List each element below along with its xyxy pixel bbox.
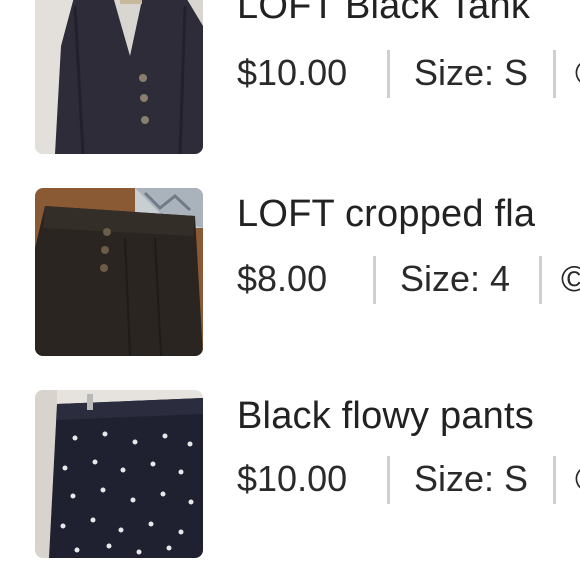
listing-thumbnail[interactable] bbox=[35, 390, 203, 558]
meta-divider bbox=[387, 50, 390, 98]
listing-price: $10.00 bbox=[237, 458, 348, 499]
meta-divider bbox=[539, 256, 542, 304]
listing-title: LOFT cropped fla bbox=[237, 193, 536, 235]
listing-price: $8.00 bbox=[237, 258, 328, 299]
black-button-tank-photo-icon bbox=[35, 0, 203, 154]
list-item[interactable]: LOFT cropped fla $8.00 Size: 4 © bbox=[0, 188, 580, 358]
listing-title: LOFT Black Tank bbox=[237, 0, 531, 27]
black-cropped-pants-photo-icon bbox=[35, 188, 203, 356]
listing-thumbnail[interactable] bbox=[35, 188, 203, 356]
listing-size: Size: 4 bbox=[400, 258, 511, 299]
listing-feed: LOFT Black Tank $10.00 Size: S © bbox=[0, 0, 580, 580]
brand-icon: © bbox=[561, 258, 580, 299]
list-item[interactable]: Black flowy pants $10.00 Size: S © bbox=[0, 390, 580, 560]
brand-icon: © bbox=[575, 48, 580, 98]
meta-divider bbox=[387, 456, 390, 504]
listing-price: $10.00 bbox=[237, 52, 348, 93]
meta-divider bbox=[553, 50, 556, 98]
polka-dot-pants-photo-icon bbox=[35, 390, 203, 558]
meta-divider bbox=[373, 256, 376, 304]
listing-size: Size: S bbox=[414, 52, 529, 93]
listing-thumbnail[interactable] bbox=[35, 0, 203, 154]
meta-divider bbox=[553, 456, 556, 504]
brand-icon: © bbox=[575, 454, 580, 504]
list-item[interactable]: LOFT Black Tank $10.00 Size: S © bbox=[0, 0, 580, 156]
listing-size: Size: S bbox=[414, 458, 529, 499]
listing-title: Black flowy pants bbox=[237, 395, 534, 437]
